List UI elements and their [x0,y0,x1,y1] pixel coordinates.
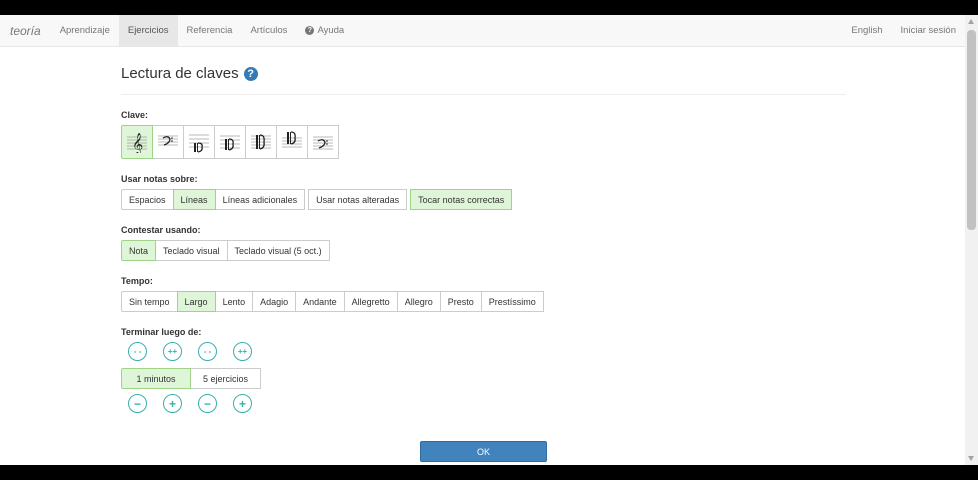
vertical-scrollbar[interactable] [965,15,978,465]
exercises-decrease-large-button[interactable]: - - [198,342,217,361]
option-nota[interactable]: Nota [121,240,157,261]
navbar: teoría Aprendizaje Ejercicios Referencia… [0,15,965,47]
clef-treble-button[interactable]: 𝄞 [121,125,153,159]
terminar-top-controls: - - ++ - - ++ [121,342,846,361]
option-lineas-adicionales[interactable]: Líneas adicionales [214,189,306,210]
question-circle-icon: ? [305,26,315,35]
terminar-options: 1 minutos 5 ejercicios [121,368,846,389]
svg-text:𝄞: 𝄞 [132,133,143,153]
tempo-lento[interactable]: Lento [214,291,254,312]
scroll-thumb[interactable] [967,30,976,230]
nav-ayuda-label: Ayuda [317,25,345,36]
exercises-increase-large-button[interactable]: ++ [233,342,252,361]
soprano-clef-icon [282,131,302,148]
option-usar-notas-alteradas[interactable]: Usar notas alteradas [308,189,408,210]
exercises-minus-button[interactable]: − [198,394,217,413]
tempo-sin-tempo[interactable]: Sin tempo [121,291,178,312]
clave-label: Clave: [121,110,149,120]
minutes-plus-button[interactable]: + [163,394,182,413]
nav-right: English Iniciar sesión [842,15,965,46]
tempo-allegretto[interactable]: Allegretto [343,291,398,312]
clef-alto-button[interactable] [183,125,215,159]
nav-aprendizaje[interactable]: Aprendizaje [51,15,119,46]
tempo-presto[interactable]: Presto [439,291,482,312]
page-title-text: Lectura de claves [121,65,239,82]
main-content: Lectura de claves ? Clave: 𝄞 Usar notas … [121,47,846,413]
option-exercises[interactable]: 5 ejercicios [190,368,261,389]
exercises-plus-button[interactable]: + [233,394,252,413]
tempo-andante[interactable]: Andante [295,291,345,312]
option-espacios[interactable]: Espacios [121,189,174,210]
terminar-bottom-controls: − + − + [121,394,846,413]
alto-clef-icon [189,134,209,153]
clef-baritone-button[interactable] [307,125,339,159]
scroll-up-arrow-icon[interactable] [968,19,974,24]
nav-referencia[interactable]: Referencia [178,15,242,46]
minutes-minus-button[interactable]: − [128,394,147,413]
mezzo-soprano-clef-icon [251,134,271,150]
clef-selector: 𝄞 [121,125,846,159]
language-link[interactable]: English [842,15,891,46]
option-minutes[interactable]: 1 minutos [121,368,191,389]
minutes-increase-large-button[interactable]: ++ [163,342,182,361]
nav-articulos[interactable]: Artículos [241,15,296,46]
notas-label: Usar notas sobre: [121,174,198,184]
option-teclado-visual[interactable]: Teclado visual [155,240,228,261]
page-title: Lectura de claves ? [121,65,846,82]
clef-mezzo-soprano-button[interactable] [245,125,277,159]
login-link[interactable]: Iniciar sesión [892,15,965,46]
clef-bass-button[interactable] [152,125,184,159]
question-circle-icon[interactable]: ? [243,66,258,81]
tempo-label: Tempo: [121,276,153,286]
terminar-label: Terminar luego de: [121,327,202,337]
bass-clef-icon [158,135,178,146]
brand-logo[interactable]: teoría [0,15,51,46]
option-teclado-visual-5oct[interactable]: Teclado visual (5 oct.) [226,240,330,261]
tempo-largo[interactable]: Largo [176,291,216,312]
contestar-options: Nota Teclado visual Teclado visual (5 oc… [121,240,846,261]
nav-ayuda[interactable]: ? Ayuda [296,15,353,46]
tempo-options: Sin tempo Largo Lento Adagio Andante All… [121,291,846,312]
tempo-allegro[interactable]: Allegro [396,291,441,312]
clef-soprano-button[interactable] [276,125,308,159]
notas-options: Espacios Líneas Líneas adicionales Usar … [121,189,846,210]
tempo-prestissimo[interactable]: Prestíssimo [480,291,544,312]
ok-button[interactable]: OK [420,441,547,462]
browser-viewport: teoría Aprendizaje Ejercicios Referencia… [0,15,978,465]
treble-clef-icon: 𝄞 [127,133,147,153]
nav-ejercicios[interactable]: Ejercicios [118,15,178,46]
option-tocar-notas-correctas[interactable]: Tocar notas correctas [410,189,513,210]
minutes-decrease-large-button[interactable]: - - [128,342,147,361]
option-lineas[interactable]: Líneas [172,189,216,210]
tempo-adagio[interactable]: Adagio [252,291,297,312]
baritone-clef-icon [313,136,333,150]
contestar-label: Contestar usando: [121,225,201,235]
title-divider [121,94,846,95]
clef-tenor-button[interactable] [214,125,246,159]
scroll-down-arrow-icon[interactable] [968,456,974,461]
tenor-clef-icon [220,135,240,151]
